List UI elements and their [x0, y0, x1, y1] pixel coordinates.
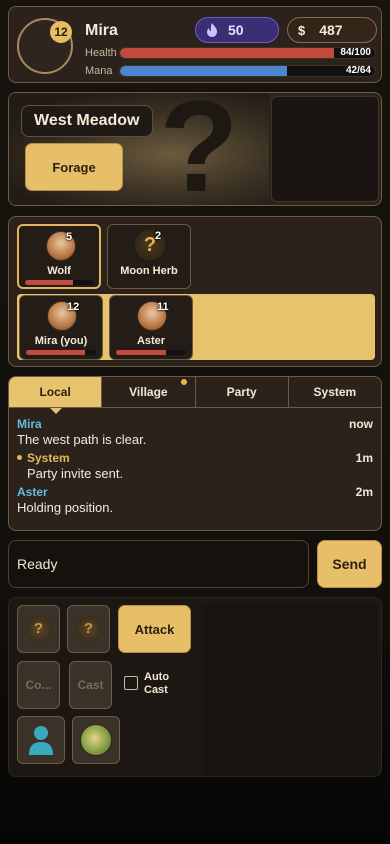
message-time: now	[349, 417, 373, 431]
level-badge: 12	[50, 21, 72, 43]
entity-count: 5	[66, 231, 73, 243]
forage-button[interactable]: Forage	[25, 143, 123, 191]
tab-local[interactable]: Local	[9, 377, 103, 414]
flame-gem-icon	[207, 23, 217, 37]
party-hp-bar	[26, 350, 96, 355]
chat-tabs: Local Village Party System	[9, 377, 381, 414]
party-card-mira[interactable]: 12 Mira (you)	[19, 295, 103, 360]
player-status-panel: 12 Mira 50 $ 487 Health 84/100 Mana 42/6…	[8, 6, 382, 83]
party-name: Aster	[136, 335, 166, 347]
chat-input[interactable]	[8, 540, 309, 588]
svg-text:?: ?	[159, 93, 238, 205]
chat-panel: Local Village Party System Mira now The …	[8, 376, 382, 531]
action-bar: ? ? Attack Co... Cast Auto Cast	[8, 597, 382, 777]
mana-label: Mana	[85, 65, 113, 77]
message-time: 1m	[355, 451, 373, 465]
message-time: 2m	[355, 485, 373, 499]
entities-panel: 5 Wolf ? 2 Moon Herb 12 Mira (you) 11 As…	[8, 216, 382, 367]
item-slot-1[interactable]: ?	[17, 605, 60, 653]
party-card-aster[interactable]: 11 Aster	[109, 295, 193, 360]
map-button[interactable]	[72, 716, 120, 764]
party-name: Mira (you)	[34, 335, 88, 347]
health-label: Health	[85, 47, 117, 59]
health-bar-fill	[120, 48, 335, 58]
entity-card-moon-herb[interactable]: ? 2 Moon Herb	[107, 224, 191, 289]
send-button[interactable]: Send	[317, 540, 382, 588]
entity-name: Wolf	[47, 265, 71, 277]
message-author: Aster	[17, 485, 48, 499]
message-author: System	[27, 451, 70, 465]
tab-party[interactable]: Party	[195, 377, 289, 408]
message-author: Mira	[17, 417, 42, 431]
action-side-area	[202, 604, 378, 776]
cast-slot[interactable]: Cast	[69, 661, 112, 709]
combo-slot[interactable]: Co...	[17, 661, 60, 709]
system-dot	[17, 455, 22, 460]
party-level: 12	[67, 301, 80, 313]
health-value: 84/100	[340, 47, 371, 58]
entity-name: Moon Herb	[120, 265, 178, 277]
entity-hp-bar	[25, 280, 93, 285]
message-text: Party invite sent.	[27, 466, 124, 481]
location-panel: ? West Meadow Forage	[8, 92, 382, 206]
gems-counter[interactable]: 50	[195, 17, 279, 43]
entity-count: 2	[155, 230, 162, 242]
auto-cast-checkbox[interactable]	[124, 676, 138, 690]
party-level: 11	[157, 301, 169, 313]
message-text: Holding position.	[17, 500, 114, 515]
party-hp-bar	[116, 350, 186, 355]
map-icon	[80, 724, 112, 756]
tab-village[interactable]: Village	[102, 377, 196, 408]
party-strip: 12 Mira (you) 11 Aster	[17, 294, 375, 360]
entity-card-wolf[interactable]: 5 Wolf	[17, 224, 101, 289]
player-name: Mira	[85, 22, 118, 39]
dollar-icon: $	[298, 22, 306, 38]
gold-counter[interactable]: $ 487	[287, 17, 377, 43]
location-side-panel	[271, 96, 379, 202]
message-text: The west path is clear.	[17, 432, 147, 447]
auto-cast-label: Auto Cast	[144, 671, 170, 696]
health-bar: 84/100	[119, 47, 376, 59]
mana-bar-fill	[120, 66, 288, 76]
profile-button[interactable]	[17, 716, 65, 764]
location-name: West Meadow	[21, 105, 153, 137]
person-icon	[29, 726, 53, 755]
auto-cast-toggle[interactable]: Auto Cast	[124, 671, 174, 697]
gems-value: 50	[228, 22, 244, 38]
item-slot-2[interactable]: ?	[67, 605, 110, 653]
mana-value: 42/64	[345, 65, 371, 76]
attack-button[interactable]: Attack	[118, 605, 191, 653]
unread-indicator	[180, 379, 187, 385]
mana-bar: 42/64	[119, 65, 376, 77]
tab-system[interactable]: System	[288, 377, 381, 408]
unknown-item-icon: ?	[25, 616, 52, 642]
gold-value: 487	[319, 22, 343, 38]
unknown-item-icon: ?	[75, 616, 102, 642]
